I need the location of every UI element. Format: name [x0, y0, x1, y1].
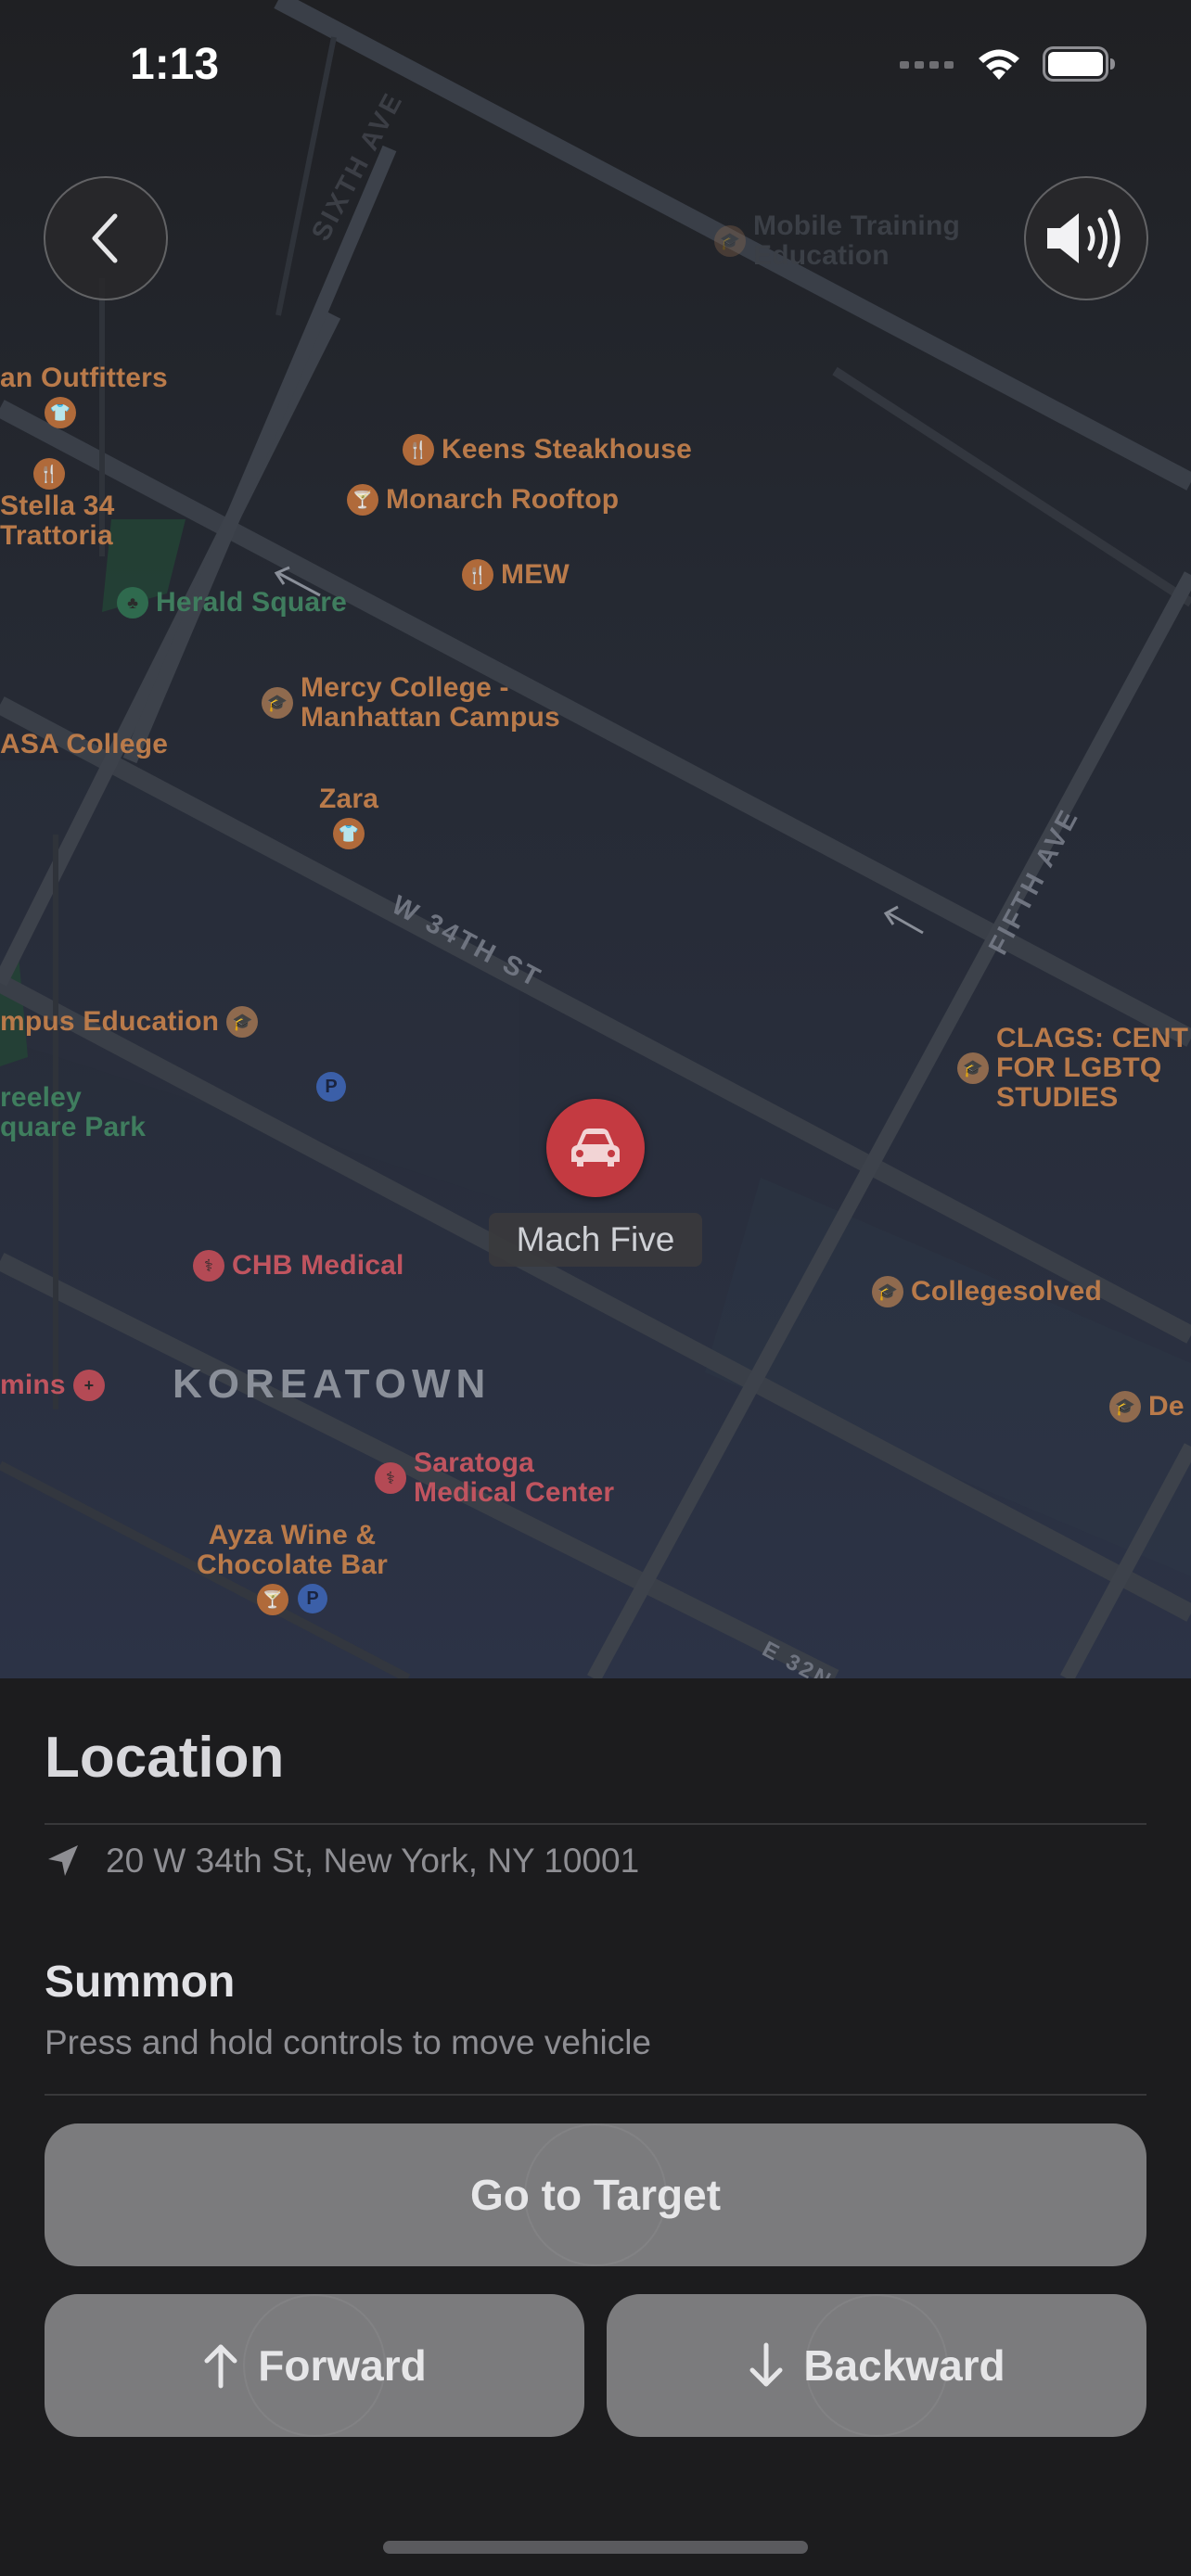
shopping-icon: 👕 [45, 397, 76, 428]
poi-label: ASA College [0, 729, 169, 759]
poi-zara[interactable]: Zara 👕 [319, 784, 378, 849]
back-button[interactable] [44, 176, 168, 300]
address-row: 20 W 34th St, New York, NY 10001 [45, 1842, 639, 1881]
poi-keens-steakhouse[interactable]: 🍴 Keens Steakhouse [403, 434, 692, 465]
location-title: Location [45, 1726, 285, 1790]
medical-icon: ⚕ [375, 1462, 406, 1494]
poi-mins[interactable]: mins + [0, 1370, 105, 1401]
speaker-volume-icon [1047, 209, 1121, 268]
go-to-target-button[interactable]: Go to Target [45, 2123, 1146, 2266]
status-icons [900, 46, 1117, 82]
poi-mobile-training[interactable]: 🎓 Mobile Training Education [714, 211, 960, 271]
district-label: KOREATOWN [173, 1361, 492, 1407]
chevron-left-icon [92, 213, 118, 263]
education-icon: 🎓 [226, 1006, 259, 1038]
vehicle-marker[interactable] [546, 1099, 645, 1197]
poi-clags[interactable]: 🎓 CLAGS: CENT FOR LGBTQ STUDIES [957, 1024, 1188, 1113]
cellular-signal-icon [900, 61, 954, 69]
education-icon: 🎓 [1109, 1391, 1141, 1422]
divider [45, 1823, 1146, 1825]
address-text: 20 W 34th St, New York, NY 10001 [106, 1842, 640, 1880]
arrow-up-icon [204, 2344, 237, 2389]
education-icon: 🎓 [872, 1276, 903, 1307]
medical-icon: ⚕ [193, 1250, 224, 1282]
parking-icon: P [316, 1072, 346, 1102]
summon-title: Summon [45, 1958, 236, 2007]
education-icon: 🎓 [714, 225, 746, 257]
poi-label: MEW [501, 559, 570, 590]
poi-label: Collegesolved [911, 1276, 1102, 1307]
poi-label: CHB Medical [232, 1250, 404, 1281]
poi-label: an Outfitters [0, 363, 168, 393]
shopping-icon: 👕 [333, 818, 365, 849]
poi-label: mpus Education [0, 1006, 220, 1037]
parking-icon: P [297, 1584, 327, 1613]
restaurant-icon: 🍴 [403, 434, 434, 465]
poi-label: Saratoga Medical Center [414, 1447, 615, 1508]
restaurant-icon: 🍴 [33, 458, 65, 490]
restaurant-icon: 🍴 [462, 559, 493, 591]
poi-saratoga-medical[interactable]: ⚕ Saratoga Medical Center [375, 1448, 614, 1508]
bar-icon: 🍸 [256, 1584, 288, 1615]
poi-parking-1[interactable]: P [316, 1072, 346, 1102]
location-arrow-icon [48, 1845, 78, 1876]
poi-label: Keens Steakhouse [442, 434, 692, 465]
bar-icon: 🍸 [347, 484, 378, 516]
pharmacy-icon: + [72, 1370, 105, 1401]
poi-ayza-wine[interactable]: Ayza Wine & Chocolate Bar 🍸 P [197, 1521, 388, 1615]
poi-label: Monarch Rooftop [386, 484, 620, 515]
poi-asa-college[interactable]: ASA College [0, 730, 168, 759]
poi-label: Zara [319, 784, 379, 814]
poi-chb-medical[interactable]: ⚕ CHB Medical [193, 1250, 404, 1282]
education-icon: 🎓 [262, 687, 293, 719]
poi-label: mins [0, 1370, 66, 1400]
poi-label: CLAGS: CENT FOR LGBTQ STUDIES [996, 1023, 1189, 1113]
poi-greeley-square-park[interactable]: reeley quare Park [0, 1083, 146, 1142]
poi-mercy-college[interactable]: 🎓 Mercy College - Manhattan Campus [262, 673, 560, 733]
summon-subtitle: Press and hold controls to move vehicle [45, 2023, 652, 2061]
divider [45, 2094, 1146, 2096]
poi-label: Mercy College - Manhattan Campus [301, 672, 560, 733]
poi-label: Ayza Wine & Chocolate Bar [197, 1520, 388, 1580]
backward-button[interactable]: Backward [607, 2294, 1146, 2437]
poi-campus-education[interactable]: mpus Education 🎓 [0, 1006, 259, 1038]
poi-label: reeley quare Park [0, 1082, 147, 1142]
map-base [0, 0, 1191, 1678]
education-icon: 🎓 [957, 1052, 989, 1084]
poi-monarch-rooftop[interactable]: 🍸 Monarch Rooftop [347, 484, 619, 516]
poi-label: De [1148, 1391, 1185, 1422]
poi-label: Herald Square [156, 587, 348, 618]
status-time: 1:13 [130, 40, 220, 89]
press-ring [524, 2123, 667, 2266]
home-indicator[interactable] [383, 2541, 808, 2554]
status-bar: 1:13 [0, 0, 1191, 130]
poi-pins: 🍸 P [256, 1584, 327, 1615]
poi-de[interactable]: 🎓 De [1109, 1391, 1185, 1422]
park-icon: ♣ [117, 587, 148, 618]
sound-button[interactable] [1024, 176, 1148, 300]
arrow-down-icon [749, 2342, 783, 2387]
summon-screen: SIXTH AVE W 34TH ST FIFTH AVE E 32N KORE… [0, 0, 1191, 2576]
map-view[interactable]: SIXTH AVE W 34TH ST FIFTH AVE E 32N KORE… [0, 0, 1191, 1678]
press-ring [805, 2294, 948, 2437]
poi-urban-outfitters[interactable]: an Outfitters 👕 [0, 363, 168, 428]
press-ring [243, 2294, 386, 2437]
poi-stella-34[interactable]: 🍴 Stella 34 Trattoria [0, 458, 115, 551]
bottom-sheet: Location 20 W 34th St, New York, NY 1000… [0, 1678, 1191, 2576]
poi-label: Stella 34 Trattoria [0, 491, 115, 551]
car-icon [571, 1129, 620, 1167]
poi-herald-square[interactable]: ♣ Herald Square [117, 587, 347, 618]
poi-label: Mobile Training Education [753, 210, 961, 271]
battery-icon [1043, 46, 1115, 82]
wifi-icon [979, 49, 1019, 80]
poi-mew[interactable]: 🍴 MEW [462, 559, 570, 591]
vehicle-name-label: Mach Five [489, 1213, 702, 1267]
poi-collegesolved[interactable]: 🎓 Collegesolved [872, 1276, 1102, 1307]
forward-button[interactable]: Forward [45, 2294, 584, 2437]
